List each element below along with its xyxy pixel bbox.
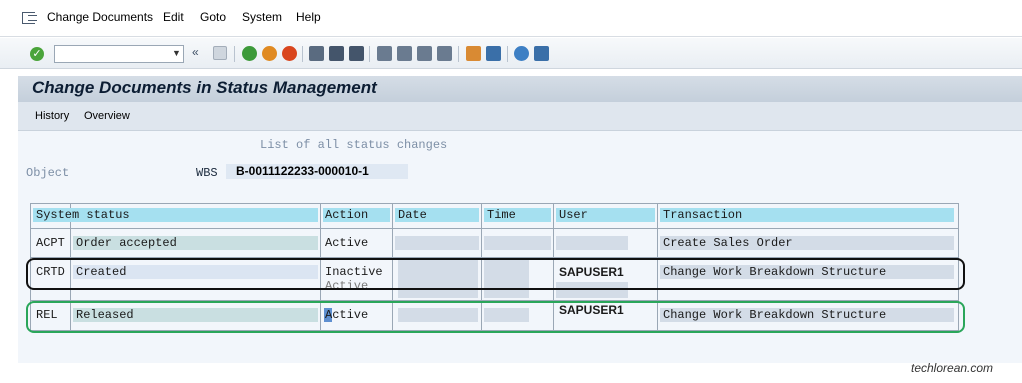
row-acpt-code: ACPT [36,236,65,250]
cell-bg [395,236,479,250]
menu-bar [0,0,1022,37]
menu-edit[interactable]: Edit [163,10,184,24]
cell-bg [556,236,628,250]
print-icon[interactable] [309,46,324,61]
new-session-icon[interactable] [466,46,481,61]
cancel-icon[interactable] [282,46,297,61]
find-icon[interactable] [329,46,344,61]
menu-window-icon[interactable] [22,12,37,24]
table-row-divider [30,228,958,229]
menu-system[interactable]: System [242,10,282,24]
highlight-frame-crtd [26,258,965,290]
exit-icon[interactable] [262,46,277,61]
watermark: techlorean.com [911,361,994,375]
menu-change-documents[interactable]: Change Documents [47,10,153,24]
object-value: B-0011122233-000010-1 [226,164,408,179]
last-page-icon[interactable] [437,46,452,61]
menu-help[interactable]: Help [296,10,321,24]
shortcut-icon[interactable] [486,46,501,61]
header-system-status[interactable]: System status [36,208,130,222]
application-toolbar [18,102,1022,131]
object-label: Object [26,166,70,180]
command-dropdown-icon[interactable]: ▼ [172,48,181,58]
toolbar-separator [234,46,235,62]
list-heading: List of all status changes [260,138,448,152]
collapse-icon[interactable]: « [192,45,207,60]
enter-icon[interactable]: ✓ [30,47,44,61]
previous-page-icon[interactable] [397,46,412,61]
highlight-frame-rel [26,301,965,333]
back-icon[interactable] [242,46,257,61]
layout-icon[interactable] [534,46,549,61]
toolbar-separator [458,46,459,62]
header-transaction[interactable]: Transaction [663,208,742,222]
header-user[interactable]: User [559,208,588,222]
row-acpt-status: Order accepted [76,236,177,250]
cell-bg [484,236,551,250]
header-action[interactable]: Action [325,208,368,222]
history-button[interactable]: History [35,110,69,122]
header-date[interactable]: Date [398,208,427,222]
row-acpt-action: Active [325,236,369,250]
menu-goto[interactable]: Goto [200,10,226,24]
first-page-icon[interactable] [377,46,392,61]
find-next-icon[interactable] [349,46,364,61]
toolbar-separator [369,46,370,62]
object-type: WBS [196,166,218,180]
save-icon[interactable] [213,46,227,60]
overview-button[interactable]: Overview [84,110,130,122]
page-title: Change Documents in Status Management [32,78,377,97]
header-time[interactable]: Time [487,208,516,222]
help-icon[interactable] [514,46,529,61]
toolbar-separator [302,46,303,62]
next-page-icon[interactable] [417,46,432,61]
toolbar-separator [507,46,508,62]
row-acpt-transaction: Create Sales Order [663,236,793,250]
command-field[interactable] [54,45,184,63]
